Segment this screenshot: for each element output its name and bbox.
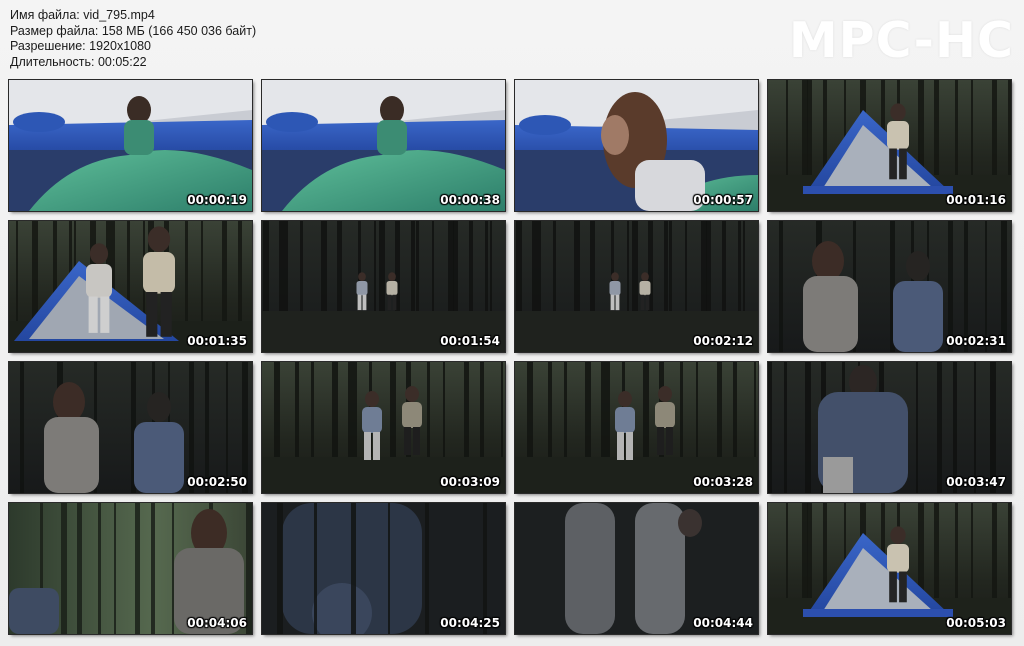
- thumbnail-image: [768, 362, 1011, 493]
- thumbnail-timestamp: 00:01:35: [187, 334, 247, 348]
- thumbnail-frame: 00:00:57: [514, 79, 759, 212]
- thumbnail-frame: 00:03:47: [767, 361, 1012, 494]
- thumbnail-timestamp: 00:04:25: [440, 616, 500, 630]
- thumbnail-timestamp: 00:02:31: [946, 334, 1006, 348]
- thumbnail-image: [9, 80, 252, 211]
- thumbnail-frame: 00:00:38: [261, 79, 506, 212]
- thumbnail-timestamp: 00:01:16: [946, 193, 1006, 207]
- thumbnail-timestamp: 00:03:28: [693, 475, 753, 489]
- thumbnail-frame: 00:01:35: [8, 220, 253, 353]
- thumbnail-frame: 00:02:31: [767, 220, 1012, 353]
- thumbnail-timestamp: 00:04:44: [693, 616, 753, 630]
- thumbnail-timestamp: 00:00:57: [693, 193, 753, 207]
- thumbnail-timestamp: 00:05:03: [946, 616, 1006, 630]
- thumbnail-frame: 00:03:28: [514, 361, 759, 494]
- thumbnail-image: [262, 221, 505, 352]
- thumbnail-frame: 00:04:06: [8, 502, 253, 635]
- thumbnail-image: [515, 362, 758, 493]
- thumbnail-frame: 00:04:44: [514, 502, 759, 635]
- thumbnail-image: [768, 80, 1011, 211]
- thumbnail-timestamp: 00:00:19: [187, 193, 247, 207]
- thumbnail-image: [9, 362, 252, 493]
- thumbnail-grid: 00:00:19 00:00:38 00:00:57 00:01:16 00:0…: [0, 0, 1024, 646]
- thumbnail-timestamp: 00:04:06: [187, 616, 247, 630]
- thumbnail-frame: 00:00:19: [8, 79, 253, 212]
- thumbnail-frame: 00:02:12: [514, 220, 759, 353]
- thumbnail-timestamp: 00:03:47: [946, 475, 1006, 489]
- thumbnail-image: [515, 80, 758, 211]
- thumbnail-timestamp: 00:02:12: [693, 334, 753, 348]
- thumbnail-image: [515, 221, 758, 352]
- thumbnail-frame: 00:01:16: [767, 79, 1012, 212]
- thumbnail-frame: 00:05:03: [767, 502, 1012, 635]
- thumbnail-timestamp: 00:00:38: [440, 193, 500, 207]
- thumbnail-image: [9, 221, 252, 352]
- thumbnail-image: [768, 503, 1011, 634]
- thumbnail-frame: 00:02:50: [8, 361, 253, 494]
- thumbnail-image: [262, 80, 505, 211]
- thumbnail-frame: 00:03:09: [261, 361, 506, 494]
- thumbnail-image: [768, 221, 1011, 352]
- thumbnail-timestamp: 00:01:54: [440, 334, 500, 348]
- thumbnail-frame: 00:04:25: [261, 502, 506, 635]
- thumbnail-timestamp: 00:03:09: [440, 475, 500, 489]
- thumbnail-image: [262, 503, 505, 634]
- thumbnail-image: [262, 362, 505, 493]
- thumbnail-image: [515, 503, 758, 634]
- thumbnail-frame: 00:01:54: [261, 220, 506, 353]
- thumbnail-image: [9, 503, 252, 634]
- thumbnail-timestamp: 00:02:50: [187, 475, 247, 489]
